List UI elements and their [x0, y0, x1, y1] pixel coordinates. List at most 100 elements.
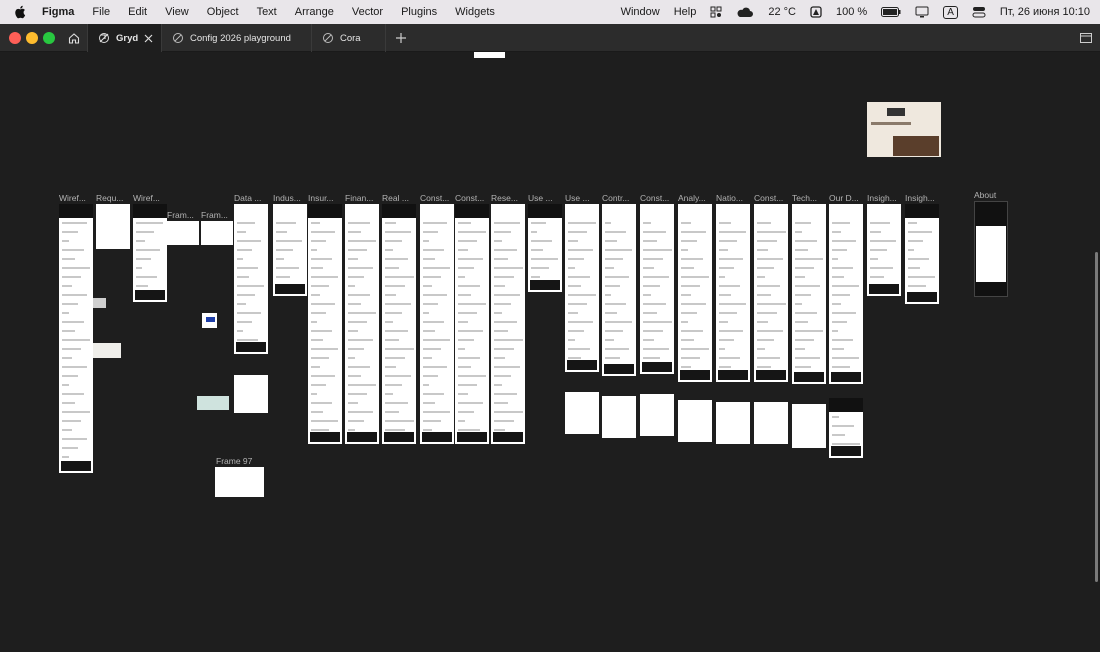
menu-file[interactable]: File — [92, 6, 110, 18]
frame-label[interactable]: Data ... — [234, 193, 270, 203]
clock[interactable]: Пт, 26 июня 10:10 — [1000, 6, 1090, 18]
control-center-icon[interactable] — [972, 6, 986, 18]
frame-thumbnail[interactable] — [640, 204, 674, 374]
close-tab-icon[interactable] — [144, 34, 153, 43]
frame-label[interactable]: Insur... — [308, 193, 342, 203]
frame-thumbnail[interactable] — [678, 400, 712, 442]
frame-thumbnail[interactable] — [974, 201, 1008, 297]
frame-label[interactable]: Our D... — [829, 193, 863, 203]
menu-text[interactable]: Text — [257, 6, 277, 18]
frame-thumbnail[interactable] — [867, 102, 941, 157]
frame-label[interactable]: Real ... — [382, 193, 416, 203]
frame-label[interactable]: Analy... — [678, 193, 712, 203]
frame-label[interactable]: Indus... — [273, 193, 307, 203]
frame-thumbnail[interactable] — [491, 204, 525, 444]
frame-label[interactable]: Const... — [420, 193, 454, 203]
frame-label[interactable]: Fram... — [201, 210, 233, 220]
menu-help[interactable]: Help — [674, 6, 697, 18]
home-tab[interactable] — [60, 24, 88, 52]
frame-thumbnail[interactable] — [602, 204, 636, 376]
frame-label[interactable]: Const... — [640, 193, 674, 203]
frame-thumbnail[interactable] — [829, 398, 863, 458]
apple-icon[interactable] — [14, 5, 26, 19]
frame-thumbnail[interactable] — [754, 402, 788, 444]
canvas-scrollbar[interactable] — [1095, 252, 1098, 582]
frame-thumbnail[interactable] — [133, 204, 167, 302]
frame-thumbnail[interactable] — [202, 313, 217, 328]
frame-thumbnail[interactable] — [602, 396, 636, 438]
zoom-window-button[interactable] — [43, 32, 55, 44]
frame-label[interactable]: Use ... — [565, 193, 599, 203]
minimize-window-button[interactable] — [26, 32, 38, 44]
tab-cora[interactable]: Cora — [312, 24, 386, 52]
frame-label[interactable]: Requ... — [96, 193, 130, 203]
frame-label[interactable]: Finan... — [345, 193, 379, 203]
frame-label[interactable]: Natio... — [716, 193, 750, 203]
frame-thumbnail[interactable] — [167, 221, 199, 245]
frame-thumbnail[interactable] — [382, 204, 416, 444]
frame-thumbnail[interactable] — [96, 204, 130, 249]
new-tab-button[interactable] — [390, 24, 412, 52]
frame-thumbnail[interactable] — [716, 402, 750, 444]
frame-thumbnail[interactable] — [678, 204, 712, 382]
frame-thumbnail[interactable] — [308, 204, 342, 444]
display-icon[interactable] — [915, 6, 929, 18]
frame-label[interactable]: Insigh... — [905, 193, 939, 203]
menu-window[interactable]: Window — [621, 6, 660, 18]
frame-label[interactable]: Rese... — [491, 193, 525, 203]
menu-view[interactable]: View — [165, 6, 189, 18]
frame-thumbnail[interactable] — [640, 394, 674, 436]
frame-label[interactable]: Use ... — [528, 193, 562, 203]
frame-label[interactable]: Insigh... — [867, 193, 901, 203]
close-window-button[interactable] — [9, 32, 21, 44]
menu-plugins[interactable]: Plugins — [401, 6, 437, 18]
frame-thumbnail[interactable] — [565, 392, 599, 434]
frame-thumbnail[interactable] — [93, 343, 121, 358]
menu-object[interactable]: Object — [207, 6, 239, 18]
frame-thumbnail[interactable] — [197, 396, 229, 410]
frame-label[interactable]: Const... — [455, 193, 489, 203]
frame-thumbnail[interactable] — [59, 204, 93, 473]
menu-arrange[interactable]: Arrange — [295, 6, 334, 18]
frame-thumbnail[interactable] — [565, 204, 599, 372]
drive-icon[interactable] — [810, 6, 822, 18]
figma-canvas[interactable]: Wiref... Requ... Wiref... Fram... Fram..… — [0, 52, 1100, 652]
frame-thumbnail[interactable] — [474, 52, 505, 58]
frame-label[interactable]: Tech... — [792, 193, 826, 203]
menu-edit[interactable]: Edit — [128, 6, 147, 18]
frame-thumbnail[interactable] — [905, 204, 939, 304]
frame-thumbnail[interactable] — [455, 204, 489, 444]
weather-cloud-icon[interactable] — [736, 6, 754, 18]
frame-thumbnail[interactable] — [93, 298, 106, 308]
frame-thumbnail[interactable] — [867, 204, 901, 296]
frame-thumbnail[interactable] — [528, 204, 562, 292]
frame-label[interactable]: Wiref... — [59, 193, 93, 203]
frame-thumbnail[interactable] — [234, 375, 268, 413]
frame-label[interactable]: About — [974, 190, 1008, 200]
frame-thumbnail[interactable] — [273, 204, 307, 296]
app-menu[interactable]: Figma — [42, 6, 74, 18]
frame-label[interactable]: Fram... — [167, 210, 199, 220]
frame-label[interactable]: Const... — [754, 193, 788, 203]
frame-thumbnail[interactable] — [754, 204, 788, 382]
hash-grid-icon[interactable] — [710, 6, 722, 18]
frame-thumbnail[interactable] — [792, 404, 826, 448]
battery-icon[interactable] — [881, 7, 901, 17]
tab-config-2026[interactable]: Config 2026 playground — [162, 24, 312, 52]
frame-label[interactable]: Wiref... — [133, 193, 167, 203]
frame-thumbnail[interactable] — [792, 204, 826, 384]
frame-thumbnail[interactable] — [716, 204, 750, 382]
menu-vector[interactable]: Vector — [352, 6, 383, 18]
tab-gryd[interactable]: Gryd — [88, 24, 162, 52]
menu-widgets[interactable]: Widgets — [455, 6, 495, 18]
frame-thumbnail[interactable] — [201, 221, 233, 245]
frame-label[interactable]: Contr... — [602, 193, 636, 203]
frame-thumbnail[interactable] — [345, 204, 379, 444]
frame-thumbnail[interactable] — [420, 204, 454, 444]
folder-icon[interactable] — [1080, 33, 1092, 43]
frame-thumbnail[interactable] — [234, 204, 268, 354]
frame-thumbnail[interactable] — [829, 204, 863, 384]
frame-97[interactable] — [215, 467, 264, 497]
frame-label[interactable]: Frame 97 — [216, 456, 252, 466]
input-source-indicator[interactable]: A — [943, 5, 958, 19]
